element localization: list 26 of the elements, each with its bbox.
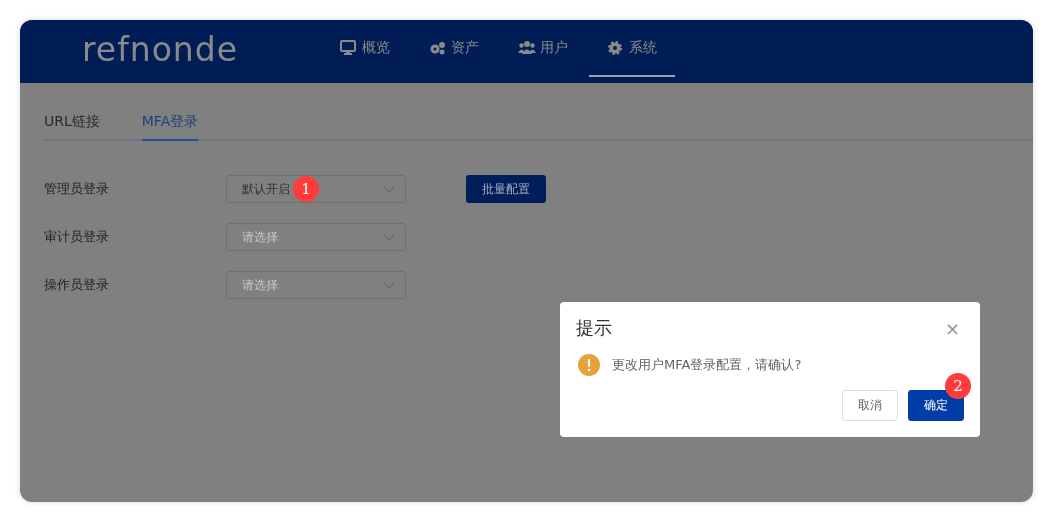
- field-label: 审计员登录: [44, 228, 110, 246]
- confirm-button[interactable]: 确定: [908, 390, 964, 421]
- close-button[interactable]: ×: [940, 317, 964, 339]
- select-field[interactable]: 请选择: [226, 271, 406, 299]
- nav-tab[interactable]: 用户: [500, 20, 586, 77]
- cancel-button[interactable]: 取消: [842, 390, 898, 421]
- field-label: 操作员登录: [44, 276, 110, 294]
- select-field[interactable]: 默认开启 1: [226, 175, 406, 203]
- warning-icon: [578, 354, 600, 376]
- step-badge: 2: [945, 373, 971, 399]
- users-icon: [518, 39, 536, 56]
- nav-tab[interactable]: 概览: [322, 20, 408, 77]
- nav-tab[interactable]: 系统: [589, 20, 675, 77]
- tab[interactable]: MFA登录: [141, 113, 199, 141]
- dialog-title: 提示: [576, 316, 612, 340]
- logo: refnonde: [82, 30, 240, 69]
- tab[interactable]: URL链接: [44, 113, 100, 141]
- step-badge: 1: [293, 176, 319, 202]
- dialog-message: 更改用户MFA登录配置，请确认?: [612, 356, 802, 374]
- gears-icon: [429, 39, 447, 56]
- nav-tab[interactable]: 资产: [411, 20, 497, 77]
- gear-icon: [607, 39, 625, 56]
- monitor-icon: [340, 39, 358, 56]
- select-field[interactable]: 请选择: [226, 223, 406, 251]
- field-label: 管理员登录: [44, 180, 110, 198]
- batch-config-button[interactable]: 批量配置: [466, 175, 546, 203]
